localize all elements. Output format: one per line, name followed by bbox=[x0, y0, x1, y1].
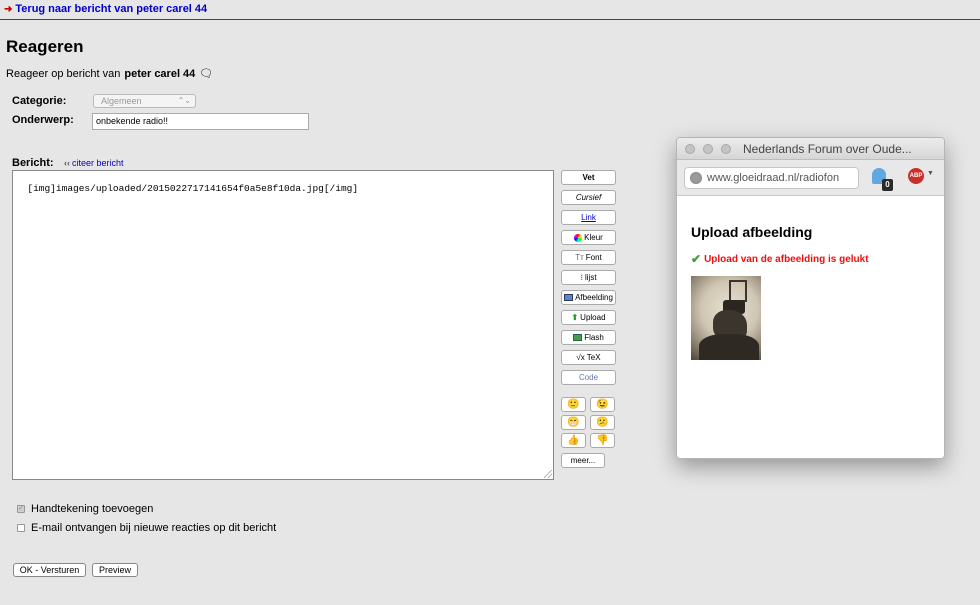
thumb-part bbox=[699, 334, 759, 360]
color-label: Kleur bbox=[584, 233, 603, 242]
message-label: Bericht: bbox=[12, 157, 54, 169]
page-title: Reageren bbox=[6, 37, 84, 56]
thumb-part bbox=[729, 280, 747, 302]
upload-success-message: ✔ Upload van de afbeelding is gelukt bbox=[691, 252, 869, 266]
upload-button[interactable]: ⬆ Upload bbox=[561, 310, 616, 325]
chevron-down-icon[interactable]: ▼ bbox=[927, 170, 934, 177]
close-window-button[interactable] bbox=[685, 144, 695, 154]
adblock-icon[interactable]: ABP bbox=[908, 168, 924, 184]
email-option[interactable]: E-mail ontvangen bij nieuwe reacties op … bbox=[17, 522, 276, 534]
category-label: Categorie: bbox=[12, 95, 67, 107]
browser-toolbar: www.gloeidraad.nl/radiofon 0 ABP ▼ bbox=[677, 160, 944, 196]
bold-label: Vet bbox=[582, 173, 595, 182]
image-label: Afbeelding bbox=[575, 293, 613, 302]
subtitle-prefix: Reageer op bericht van bbox=[6, 67, 121, 80]
minimize-window-button[interactable] bbox=[703, 144, 713, 154]
wink-icon[interactable]: 😉 bbox=[590, 397, 615, 412]
smiley-icon[interactable]: 🙂 bbox=[561, 397, 586, 412]
arrow-right-icon: ➜ bbox=[4, 3, 13, 15]
color-button[interactable]: Kleur bbox=[561, 230, 616, 245]
italic-label: Cursief bbox=[575, 193, 602, 202]
more-emoticons-button[interactable]: meer... bbox=[561, 453, 605, 468]
subject-label: Onderwerp: bbox=[12, 114, 74, 126]
list-icon: ⁝ bbox=[580, 272, 583, 282]
speech-bubble-icon[interactable]: 🗨 bbox=[199, 67, 213, 80]
reply-subtitle: Reageer op bericht van peter carel 44 🗨 bbox=[6, 67, 213, 81]
tex-label: TeX bbox=[586, 353, 601, 362]
zoom-window-button[interactable] bbox=[721, 144, 731, 154]
grin-icon[interactable]: 😁 bbox=[561, 415, 586, 430]
url-text: www.gloeidraad.nl/radiofon bbox=[707, 172, 840, 184]
list-button[interactable]: ⁝ lijst bbox=[561, 270, 616, 285]
preview-button[interactable]: Preview bbox=[92, 563, 138, 577]
flash-button[interactable]: Flash bbox=[561, 330, 616, 345]
code-button[interactable]: Code bbox=[561, 370, 616, 385]
email-label: E-mail ontvangen bij nieuwe reacties op … bbox=[31, 522, 277, 534]
upload-arrow-icon: ⬆ bbox=[571, 312, 579, 322]
double-chevron-left-icon: ‹‹ bbox=[64, 158, 70, 168]
signature-option[interactable]: ✓ Handtekening toevoegen bbox=[17, 503, 153, 515]
tex-button[interactable]: √x TeX bbox=[561, 350, 616, 365]
font-size-icon: Tт bbox=[575, 252, 584, 262]
thumbs-up-icon[interactable]: 👍 bbox=[561, 433, 586, 448]
link-label: Link bbox=[581, 213, 596, 222]
upload-heading: Upload afbeelding bbox=[691, 224, 813, 240]
color-wheel-icon bbox=[574, 233, 583, 242]
image-icon bbox=[564, 294, 574, 301]
upload-label: Upload bbox=[580, 313, 606, 322]
signature-checkbox[interactable]: ✓ bbox=[17, 505, 25, 513]
bold-button[interactable]: Vet bbox=[561, 170, 616, 185]
upload-popup-window: Nederlands Forum over Oude... www.gloeid… bbox=[676, 137, 945, 459]
globe-icon bbox=[690, 172, 702, 184]
font-label: Font bbox=[585, 253, 602, 262]
resize-handle[interactable] bbox=[544, 470, 552, 478]
submit-button[interactable]: OK - Versturen bbox=[13, 563, 86, 577]
flash-film-icon bbox=[573, 334, 583, 341]
top-bar: ➜ Terug naar bericht van peter carel 44 bbox=[0, 0, 980, 20]
thumbs-down-icon[interactable]: 👎 bbox=[590, 433, 615, 448]
message-text: [img]images/uploaded/2015022717141654f0a… bbox=[27, 183, 359, 194]
quote-link-label: citeer bericht bbox=[72, 158, 124, 168]
url-bar[interactable]: www.gloeidraad.nl/radiofon bbox=[684, 167, 859, 189]
submit-label: OK - Versturen bbox=[19, 565, 80, 575]
category-select[interactable]: Algemeen ⌃⌄ bbox=[93, 94, 196, 108]
signature-label: Handtekening toevoegen bbox=[31, 503, 154, 515]
uploaded-image-thumbnail[interactable] bbox=[691, 276, 761, 360]
category-select-value: Algemeen bbox=[101, 96, 142, 106]
more-label: meer... bbox=[570, 456, 596, 465]
email-checkbox[interactable] bbox=[17, 524, 25, 532]
subtitle-author: peter carel 44 bbox=[124, 67, 196, 80]
success-text: Upload van de afbeelding is gelukt bbox=[704, 253, 869, 265]
link-button[interactable]: Link bbox=[561, 210, 616, 225]
confused-icon[interactable]: 😕 bbox=[590, 415, 615, 430]
popup-titlebar[interactable]: Nederlands Forum over Oude... bbox=[677, 138, 944, 160]
checkmark-icon: ✔ bbox=[691, 252, 702, 266]
font-button[interactable]: Tт Font bbox=[561, 250, 616, 265]
code-label: Code bbox=[578, 373, 599, 382]
back-link-label: Terug naar bericht van peter carel 44 bbox=[15, 3, 208, 15]
preview-label: Preview bbox=[98, 565, 131, 575]
subject-input[interactable]: onbekende radio!! bbox=[92, 113, 309, 130]
select-arrows-icon: ⌃⌄ bbox=[177, 96, 191, 105]
square-root-icon: √x bbox=[576, 352, 585, 362]
ghostery-count-badge: 0 bbox=[882, 179, 893, 191]
flash-label: Flash bbox=[584, 333, 604, 342]
list-label: lijst bbox=[584, 273, 597, 282]
quote-message-link[interactable]: ‹‹ citeer bericht bbox=[64, 158, 124, 168]
italic-button[interactable]: Cursief bbox=[561, 190, 616, 205]
popup-window-title: Nederlands Forum over Oude... bbox=[743, 142, 912, 156]
message-textarea[interactable]: [img]images/uploaded/2015022717141654f0a… bbox=[12, 170, 554, 480]
back-link[interactable]: ➜ Terug naar bericht van peter carel 44 bbox=[4, 3, 207, 15]
image-button[interactable]: Afbeelding bbox=[561, 290, 616, 305]
